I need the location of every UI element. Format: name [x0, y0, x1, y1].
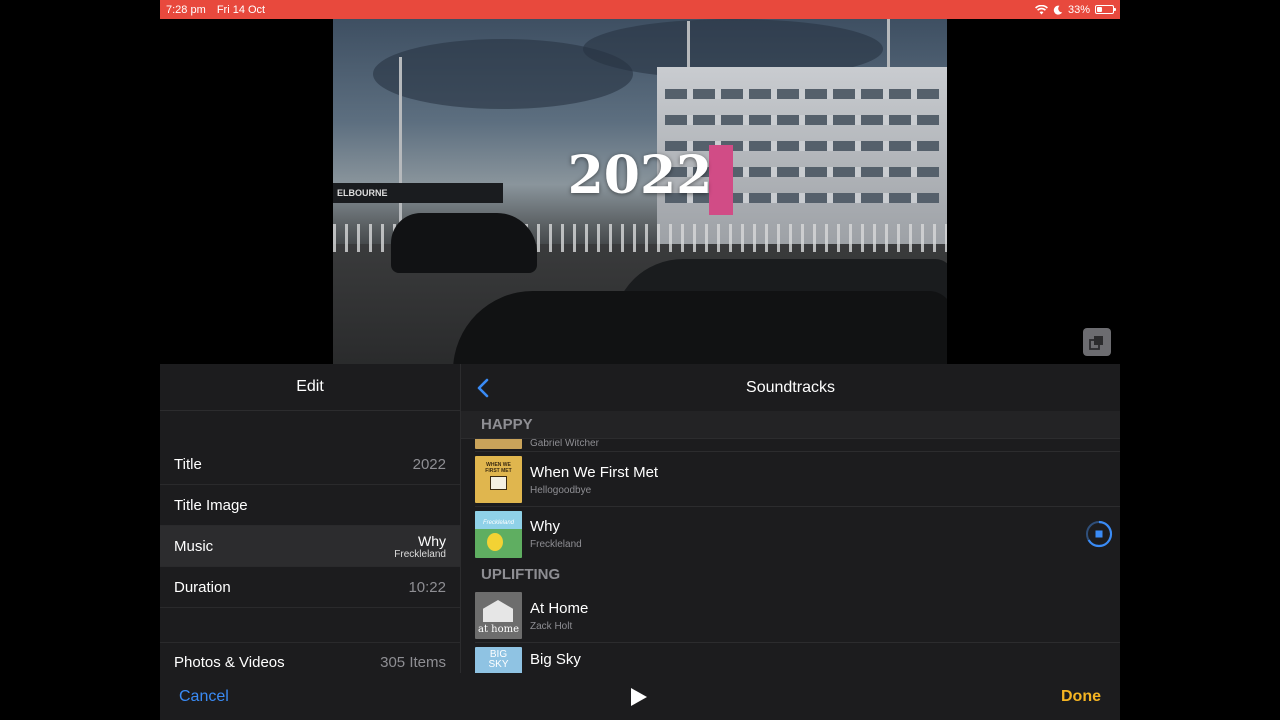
track-row-selected[interactable]: Freckleland Why Freckleland: [475, 507, 1120, 561]
album-art: Freckleland: [475, 510, 522, 558]
chevron-left-icon: [477, 378, 489, 398]
moon-icon: [1053, 5, 1063, 15]
row-music-value: Why Freckleland: [394, 533, 446, 560]
album-art-text: WHEN WE FIRST MET: [485, 462, 512, 474]
back-button[interactable]: [473, 376, 493, 400]
row-music[interactable]: Music Why Freckleland: [160, 526, 460, 567]
album-art-text: BIG SKY: [488, 649, 509, 670]
building-windows: [665, 89, 939, 99]
row-title[interactable]: Title 2022: [160, 444, 460, 485]
album-art-text: at home: [477, 624, 520, 635]
row-duration-label: Duration: [174, 578, 231, 596]
track-text: Why Freckleland: [530, 518, 582, 550]
rotate-icon: [1089, 336, 1103, 350]
status-bar: 7:28 pm Fri 14 Oct 33%: [160, 0, 1120, 19]
track-row[interactable]: WHEN WE FIRST MET When We First Met Hell…: [475, 453, 1120, 507]
status-bar-right: 33%: [1035, 3, 1116, 16]
album-art-house: [483, 600, 513, 622]
preview-title-text: 2022: [567, 145, 713, 206]
track-title: At Home: [530, 599, 589, 617]
status-bar-left: 7:28 pm Fri 14 Oct: [166, 4, 273, 16]
bottom-toolbar: Cancel Done: [160, 673, 1120, 720]
edit-panel: Edit Title 2022 Title Image Music Why Fr…: [160, 364, 460, 683]
track-title: When We First Met: [530, 463, 659, 481]
done-button[interactable]: Done: [1061, 688, 1101, 706]
edit-panel-header: Edit: [160, 364, 460, 411]
row-music-label: Music: [174, 537, 214, 555]
edit-panel-title: Edit: [296, 378, 324, 395]
wifi-icon: [1035, 4, 1048, 14]
album-art: at home: [475, 592, 522, 639]
battery-fill: [1097, 7, 1102, 12]
album-art: WHEN WE FIRST MET: [475, 456, 522, 503]
selected-song: Why: [418, 532, 446, 549]
album-art-picture: [490, 476, 507, 490]
album-art-text: Freckleland: [482, 519, 514, 526]
track-row[interactable]: BIG SKY Big Sky: [475, 643, 1120, 673]
row-title-image-label: Title Image: [174, 496, 248, 514]
row-photos-videos-label: Photos & Videos: [174, 654, 285, 671]
black-suv: [391, 213, 537, 273]
track-artist: Freckleland: [530, 539, 582, 550]
battery-percent: 33%: [1067, 3, 1090, 16]
row-title-label: Title: [174, 455, 202, 473]
track-title: Why: [530, 518, 560, 535]
section-header-uplifting: UPLIFTING: [461, 561, 1120, 589]
track-title: Big Sky: [530, 651, 581, 668]
status-time: 7:28 pm: [166, 3, 206, 16]
play-button[interactable]: [630, 687, 648, 707]
album-art: BIG SKY: [475, 647, 522, 673]
track-artist: Hellogoodbye: [530, 484, 592, 496]
soundtracks-title: Soundtracks: [746, 378, 835, 396]
cancel-button[interactable]: Cancel: [179, 688, 229, 706]
selected-artist: Freckleland: [394, 548, 446, 560]
rotate-button[interactable]: [1083, 328, 1111, 356]
row-photos-videos-value: 305 Items: [380, 654, 446, 671]
album-art-character: [487, 532, 503, 551]
building-windows: [665, 115, 939, 125]
preview-photo[interactable]: ELBOURNE 2022: [333, 19, 947, 364]
track-text: At Home Zack Holt: [530, 600, 588, 632]
track-artist: Gabriel Witcher: [530, 438, 599, 449]
row-title-value: 2022: [412, 455, 446, 473]
preview-area: ELBOURNE 2022: [160, 19, 1120, 364]
stop-preview-icon[interactable]: [1085, 520, 1113, 548]
row-duration[interactable]: Duration 10:22: [160, 567, 460, 608]
row-title-image[interactable]: Title Image: [160, 485, 460, 526]
track-text: When We First Met Hellogoodbye: [530, 464, 658, 496]
parked-car: [453, 291, 947, 364]
status-date: Fri 14 Oct: [216, 3, 266, 16]
soundtracks-header: Soundtracks: [461, 364, 1120, 411]
section-header-happy: HAPPY: [461, 411, 1120, 439]
battery-icon: [1095, 5, 1116, 14]
track-artist: Zack Holt: [530, 620, 573, 632]
ipad-screen: 7:28 pm Fri 14 Oct 33% ELBOURNE 2022 Edi…: [160, 0, 1120, 720]
track-row[interactable]: at home At Home Zack Holt: [475, 589, 1120, 643]
row-duration-value: 10:22: [408, 578, 446, 596]
track-text: Big Sky: [530, 647, 581, 668]
soundtracks-panel: Soundtracks Gabriel Witcher HAPPY WHEN W…: [460, 364, 1120, 673]
